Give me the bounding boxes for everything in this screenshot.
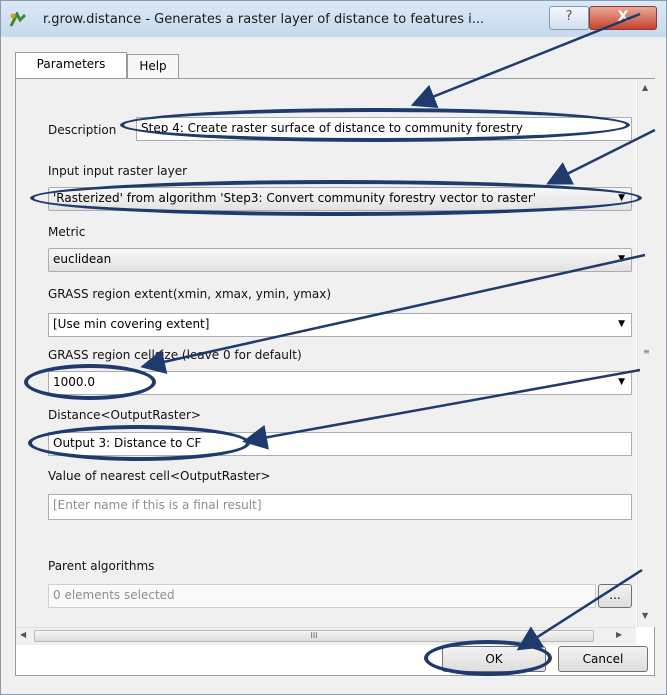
parent-algorithms-browse-button[interactable]: ...: [598, 584, 632, 608]
metric-label: Metric: [48, 225, 86, 239]
dropdown-arrow-icon: ▼: [618, 193, 625, 203]
parent-algorithms-field: 0 elements selected: [48, 584, 596, 608]
extent-label: GRASS region extent(xmin, xmax, ymin, ym…: [48, 287, 332, 301]
horizontal-scroll-thumb[interactable]: III: [34, 630, 594, 642]
cellsize-label: GRASS region cellsize (leave 0 for defau…: [48, 348, 302, 362]
description-input[interactable]: Step 4: Create raster surface of distanc…: [136, 117, 632, 141]
scroll-grip-icon: ≡: [643, 347, 650, 356]
dropdown-arrow-icon: ▼: [618, 254, 625, 264]
scroll-left-icon[interactable]: ◀: [20, 630, 26, 639]
scroll-right-icon[interactable]: ▶: [616, 630, 622, 639]
window-title: r.grow.distance - Generates a raster lay…: [43, 12, 485, 27]
input-raster-select[interactable]: 'Rasterized' from algorithm 'Step3: Conv…: [48, 187, 632, 211]
tab-help[interactable]: Help: [127, 54, 179, 78]
dropdown-arrow-icon: ▼: [618, 377, 625, 387]
close-button[interactable]: X: [589, 6, 657, 30]
extent-select[interactable]: [Use min covering extent] ▼: [48, 313, 632, 337]
dialog-window: r.grow.distance - Generates a raster lay…: [0, 0, 667, 695]
form-area: Description Step 4: Create raster surfac…: [16, 79, 636, 627]
cancel-button[interactable]: Cancel: [558, 646, 648, 672]
qgis-processing-icon: [9, 12, 27, 27]
nearest-output-input[interactable]: [Enter name if this is a final result]: [48, 494, 632, 520]
description-label: Description: [48, 123, 117, 137]
distance-output-label: Distance<OutputRaster>: [48, 408, 201, 422]
title-bar: r.grow.distance - Generates a raster lay…: [1, 1, 666, 37]
help-button[interactable]: ?: [549, 6, 589, 30]
scroll-down-icon[interactable]: ▼: [642, 611, 648, 620]
input-raster-label: Input input raster layer: [48, 164, 188, 178]
cellsize-value: 1000.0: [53, 375, 95, 389]
ok-button[interactable]: OK: [442, 646, 546, 672]
horizontal-scrollbar[interactable]: ◀ III ▶: [16, 627, 636, 645]
extent-value: [Use min covering extent]: [53, 317, 210, 331]
metric-value: euclidean: [53, 252, 112, 266]
input-raster-value: 'Rasterized' from algorithm 'Step3: Conv…: [53, 191, 537, 205]
scroll-up-icon[interactable]: ▲: [642, 83, 648, 92]
tab-parameters[interactable]: Parameters: [15, 52, 127, 78]
nearest-output-label: Value of nearest cell<OutputRaster>: [48, 469, 271, 483]
distance-output-input[interactable]: Output 3: Distance to CF: [48, 432, 632, 456]
vertical-scrollbar[interactable]: ▲ ≡ ▼: [637, 79, 655, 627]
dropdown-arrow-icon: ▼: [618, 319, 625, 329]
parent-algorithms-label: Parent algorithms: [48, 559, 155, 573]
cellsize-input[interactable]: 1000.0 ▼: [48, 371, 632, 395]
metric-select[interactable]: euclidean ▼: [48, 248, 632, 272]
parameters-panel: Description Step 4: Create raster surfac…: [15, 78, 655, 676]
